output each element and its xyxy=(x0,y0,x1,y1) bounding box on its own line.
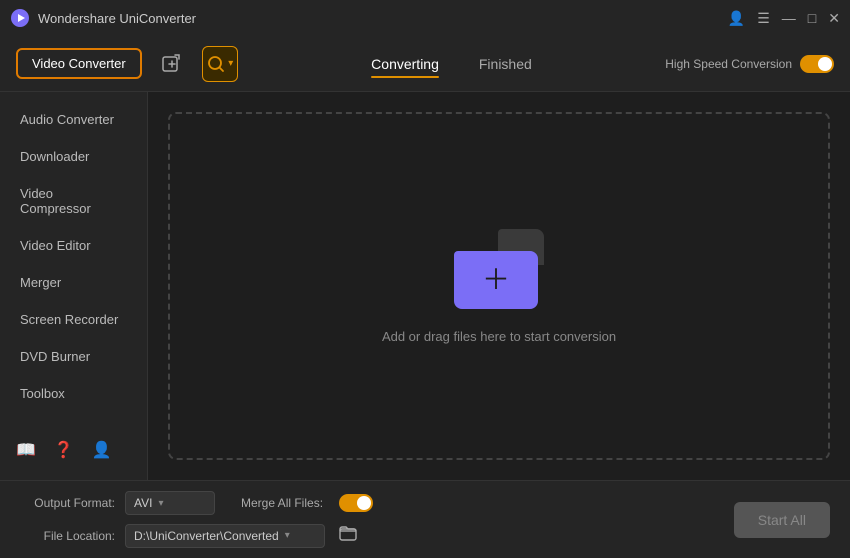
drop-area-container: ＋ Add or drag files here to start conver… xyxy=(148,92,850,480)
drop-zone[interactable]: ＋ Add or drag files here to start conver… xyxy=(168,112,830,460)
output-format-label: Output Format: xyxy=(20,496,115,510)
folder-icon: ＋ xyxy=(454,229,544,309)
title-bar-left: Wondershare UniConverter xyxy=(10,8,196,28)
sidebar-item-downloader[interactable]: Downloader xyxy=(0,139,147,174)
title-bar-controls: 👤 ☰ — □ ✕ xyxy=(728,11,840,25)
user-account-icon[interactable]: 👤 xyxy=(92,440,112,460)
start-all-button[interactable]: Start All xyxy=(734,502,830,538)
sidebar-item-toolbox[interactable]: Toolbox xyxy=(0,376,147,411)
sidebar-item-merger[interactable]: Merger xyxy=(0,265,147,300)
help-book-icon[interactable]: 📖 xyxy=(16,440,36,460)
merge-toggle[interactable] xyxy=(339,494,373,512)
tab-converting[interactable]: Converting xyxy=(371,52,439,76)
output-format-field: Output Format: AVI ▾ Merge All Files: xyxy=(20,491,714,515)
minimize-btn[interactable]: — xyxy=(782,11,796,25)
main-content: Audio Converter Downloader Video Compres… xyxy=(0,92,850,480)
high-speed-toggle[interactable] xyxy=(800,55,834,73)
browse-folder-btn[interactable] xyxy=(335,523,361,548)
high-speed-label: High Speed Conversion xyxy=(665,57,792,71)
merge-toggle-knob xyxy=(357,496,371,510)
toolbar-tabs: Converting Finished xyxy=(250,52,654,76)
title-bar: Wondershare UniConverter 👤 ☰ — □ ✕ xyxy=(0,0,850,36)
maximize-btn[interactable]: □ xyxy=(808,11,816,25)
sidebar-item-video-editor[interactable]: Video Editor xyxy=(0,228,147,263)
sidebar-item-video-compressor[interactable]: Video Compressor xyxy=(0,176,147,226)
close-btn[interactable]: ✕ xyxy=(828,11,840,25)
search-btn[interactable]: ▾ xyxy=(202,46,238,82)
format-dropdown-arrow-icon: ▾ xyxy=(158,498,163,509)
file-location-value: D:\UniConverter\Converted xyxy=(134,529,279,543)
sidebar-item-screen-recorder[interactable]: Screen Recorder xyxy=(0,302,147,337)
app-title: Wondershare UniConverter xyxy=(38,11,196,26)
sidebar-item-dvd-burner[interactable]: DVD Burner xyxy=(0,339,147,374)
location-dropdown-arrow-icon: ▾ xyxy=(285,530,290,541)
high-speed-toggle-area: High Speed Conversion xyxy=(665,55,834,73)
file-location-input[interactable]: D:\UniConverter\Converted ▾ xyxy=(125,524,325,548)
plus-icon: ＋ xyxy=(482,266,510,294)
hamburger-btn[interactable]: ☰ xyxy=(757,11,770,25)
merge-label: Merge All Files: xyxy=(241,496,323,510)
file-location-field: File Location: D:\UniConverter\Converted… xyxy=(20,523,714,548)
bottom-fields: Output Format: AVI ▾ Merge All Files: Fi… xyxy=(20,491,714,548)
toolbar: Video Converter ▾ Converting Finished Hi… xyxy=(0,36,850,92)
sidebar: Audio Converter Downloader Video Compres… xyxy=(0,92,148,480)
drop-zone-text: Add or drag files here to start conversi… xyxy=(382,329,616,344)
video-converter-button[interactable]: Video Converter xyxy=(16,48,142,79)
bottom-bar: Output Format: AVI ▾ Merge All Files: Fi… xyxy=(0,480,850,558)
app-icon xyxy=(10,8,30,28)
add-file-btn[interactable] xyxy=(154,46,190,82)
folder-front: ＋ xyxy=(454,251,538,309)
output-format-value: AVI xyxy=(134,496,152,510)
sidebar-item-audio-converter[interactable]: Audio Converter xyxy=(0,102,147,137)
sidebar-bottom-icons: 📖 ❓ 👤 xyxy=(0,430,147,470)
question-icon[interactable]: ❓ xyxy=(54,440,74,460)
output-format-select[interactable]: AVI ▾ xyxy=(125,491,215,515)
tab-finished[interactable]: Finished xyxy=(479,52,532,76)
user-icon-btn[interactable]: 👤 xyxy=(728,11,745,25)
file-location-label: File Location: xyxy=(20,529,115,543)
